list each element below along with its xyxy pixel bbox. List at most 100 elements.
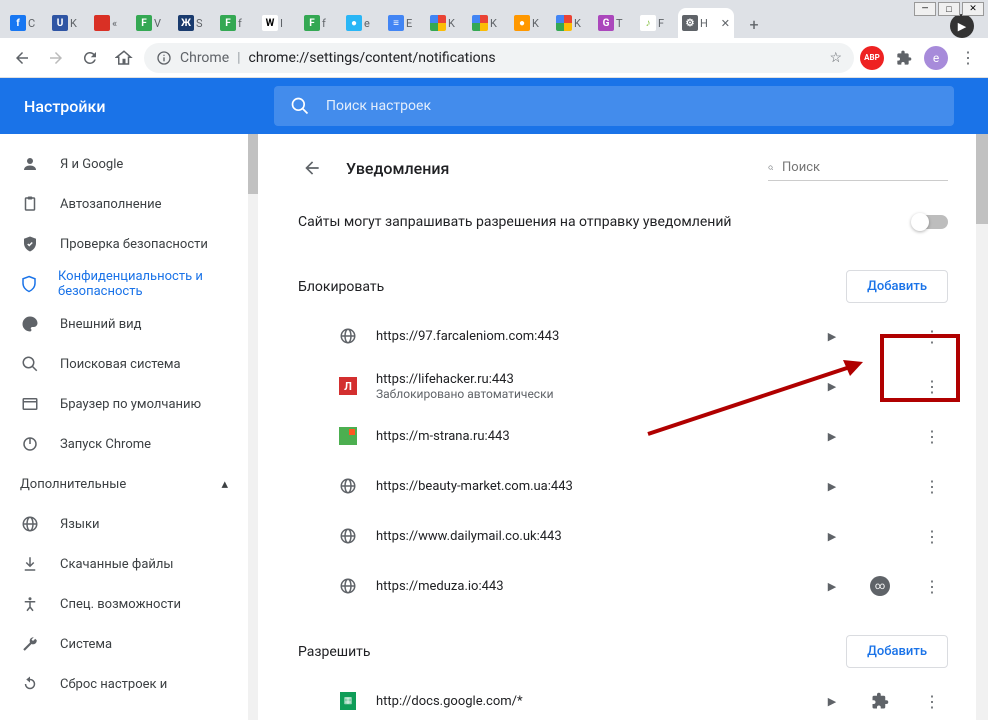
browser-tab[interactable]: FV: [132, 8, 174, 38]
sidebar-item-label: Система: [60, 637, 112, 652]
site-expand-arrow[interactable]: ▶: [820, 430, 844, 443]
browser-tab[interactable]: K: [426, 8, 468, 38]
window-maximize-button[interactable]: □: [938, 2, 960, 16]
browser-tab[interactable]: ≡E: [384, 8, 426, 38]
new-tab-button[interactable]: +: [740, 10, 768, 38]
sidebar-item-download[interactable]: Скачанные файлы: [0, 544, 248, 584]
sidebar-item-shield[interactable]: Конфиденциальность и безопасность: [0, 264, 248, 304]
tab-favicon: [94, 15, 110, 31]
sidebar-item-search[interactable]: Поисковая система: [0, 344, 248, 384]
browser-tab[interactable]: K: [552, 8, 594, 38]
tab-favicon: W: [262, 15, 278, 31]
window-minimize-button[interactable]: —: [914, 2, 936, 16]
window-close-button[interactable]: ✕: [962, 2, 984, 16]
reload-button[interactable]: [76, 44, 104, 72]
site-expand-arrow[interactable]: ▶: [820, 380, 844, 393]
incognito-icon: ∞: [870, 576, 890, 596]
sidebar-item-wrench[interactable]: Система: [0, 624, 248, 664]
site-favicon: [338, 426, 358, 446]
sidebar-item-label: Спец. возможности: [60, 597, 181, 612]
site-url: https://meduza.io:443: [376, 579, 802, 594]
forward-button[interactable]: [42, 44, 70, 72]
sidebar-item-label: Внешний вид: [60, 317, 142, 332]
home-button[interactable]: [110, 44, 138, 72]
site-menu-button[interactable]: ⋮: [916, 427, 948, 446]
tab-label: K: [448, 17, 455, 30]
browser-tab[interactable]: GT: [594, 8, 636, 38]
site-expand-arrow[interactable]: ▶: [820, 530, 844, 543]
site-menu-button[interactable]: ⋮: [916, 577, 948, 596]
page-search-box[interactable]: [768, 156, 948, 181]
browser-tab[interactable]: UK: [48, 8, 90, 38]
browser-tab[interactable]: K: [468, 8, 510, 38]
sidebar-item-power[interactable]: Запуск Chrome: [0, 424, 248, 464]
page-search-input[interactable]: [782, 160, 948, 175]
site-sublabel: Заблокировано автоматически: [376, 387, 802, 401]
tab-close-icon[interactable]: ✕: [721, 17, 730, 30]
sidebar-scrollbar[interactable]: [248, 134, 258, 720]
tab-favicon: ⚙: [682, 15, 698, 31]
browser-tab[interactable]: WI: [258, 8, 300, 38]
tab-label: K: [490, 17, 497, 30]
browser-tab[interactable]: ●e: [342, 8, 384, 38]
shield-icon: [20, 274, 38, 294]
browser-tab[interactable]: Ff: [216, 8, 258, 38]
sidebar-item-reset[interactable]: Сброс настроек и: [0, 664, 248, 704]
main-scrollbar[interactable]: [976, 134, 988, 720]
site-expand-arrow[interactable]: ▶: [820, 330, 844, 343]
extensions-menu-icon[interactable]: [892, 46, 916, 70]
wrench-icon: [20, 634, 40, 654]
page-title: Уведомления: [346, 159, 449, 178]
site-expand-arrow[interactable]: ▶: [820, 695, 844, 708]
browser-tab[interactable]: ЖS: [174, 8, 216, 38]
bookmark-star-icon[interactable]: ☆: [829, 50, 842, 66]
site-menu-button[interactable]: ⋮: [916, 477, 948, 496]
browser-tab[interactable]: fC: [6, 8, 48, 38]
browser-tab[interactable]: ♪F: [636, 8, 678, 38]
address-bar[interactable]: Chrome | chrome://settings/content/notif…: [144, 43, 854, 73]
site-menu-button[interactable]: ⋮: [916, 692, 948, 711]
tab-label: K: [532, 17, 539, 30]
sidebar-item-clipboard[interactable]: Автозаполнение: [0, 184, 248, 224]
sidebar-item-window[interactable]: Браузер по умолчанию: [0, 384, 248, 424]
window-icon: [20, 394, 40, 414]
page-back-button[interactable]: [298, 154, 326, 182]
site-expand-arrow[interactable]: ▶: [820, 580, 844, 593]
sidebar-item-shield-check[interactable]: Проверка безопасности: [0, 224, 248, 264]
site-favicon: [338, 326, 358, 346]
sidebar-item-person[interactable]: Я и Google: [0, 144, 248, 184]
sidebar-section-advanced[interactable]: Дополнительные ▴: [0, 464, 248, 504]
sidebar-item-globe[interactable]: Языки: [0, 504, 248, 544]
profile-avatar[interactable]: e: [924, 46, 948, 70]
sidebar-item-palette[interactable]: Внешний вид: [0, 304, 248, 344]
allow-add-button[interactable]: Добавить: [846, 635, 948, 668]
site-menu-button[interactable]: ⋮: [916, 377, 948, 396]
sidebar-item-label: Поисковая система: [60, 357, 181, 372]
block-add-button[interactable]: Добавить: [846, 270, 948, 303]
site-menu-button[interactable]: ⋮: [916, 327, 948, 346]
chevron-up-icon: ▴: [221, 477, 228, 492]
settings-brand-title: Настройки: [24, 97, 274, 116]
browser-tab[interactable]: «: [90, 8, 132, 38]
search-icon: [20, 354, 40, 374]
sidebar-section-label: Дополнительные: [20, 477, 126, 492]
tab-favicon: ●: [346, 15, 362, 31]
settings-search-box[interactable]: [274, 86, 954, 126]
site-favicon: [338, 526, 358, 546]
browser-menu-icon[interactable]: ⋮: [956, 46, 980, 70]
site-expand-arrow[interactable]: ▶: [820, 480, 844, 493]
sidebar-item-accessibility[interactable]: Спец. возможности: [0, 584, 248, 624]
site-menu-button[interactable]: ⋮: [916, 527, 948, 546]
site-url: https://m-strana.ru:443: [376, 429, 802, 444]
sidebar-item-label: Запуск Chrome: [60, 437, 151, 452]
search-icon: [290, 96, 310, 116]
browser-tab[interactable]: ●K: [510, 8, 552, 38]
adblock-extension-icon[interactable]: ABP: [860, 46, 884, 70]
browser-tab[interactable]: Ff: [300, 8, 342, 38]
settings-header: Настройки: [0, 78, 988, 134]
tab-label: f: [238, 17, 242, 30]
browser-tab-active[interactable]: ⚙Н✕: [678, 8, 734, 38]
notifications-toggle[interactable]: [912, 215, 948, 229]
back-button[interactable]: [8, 44, 36, 72]
settings-search-input[interactable]: [326, 98, 938, 114]
